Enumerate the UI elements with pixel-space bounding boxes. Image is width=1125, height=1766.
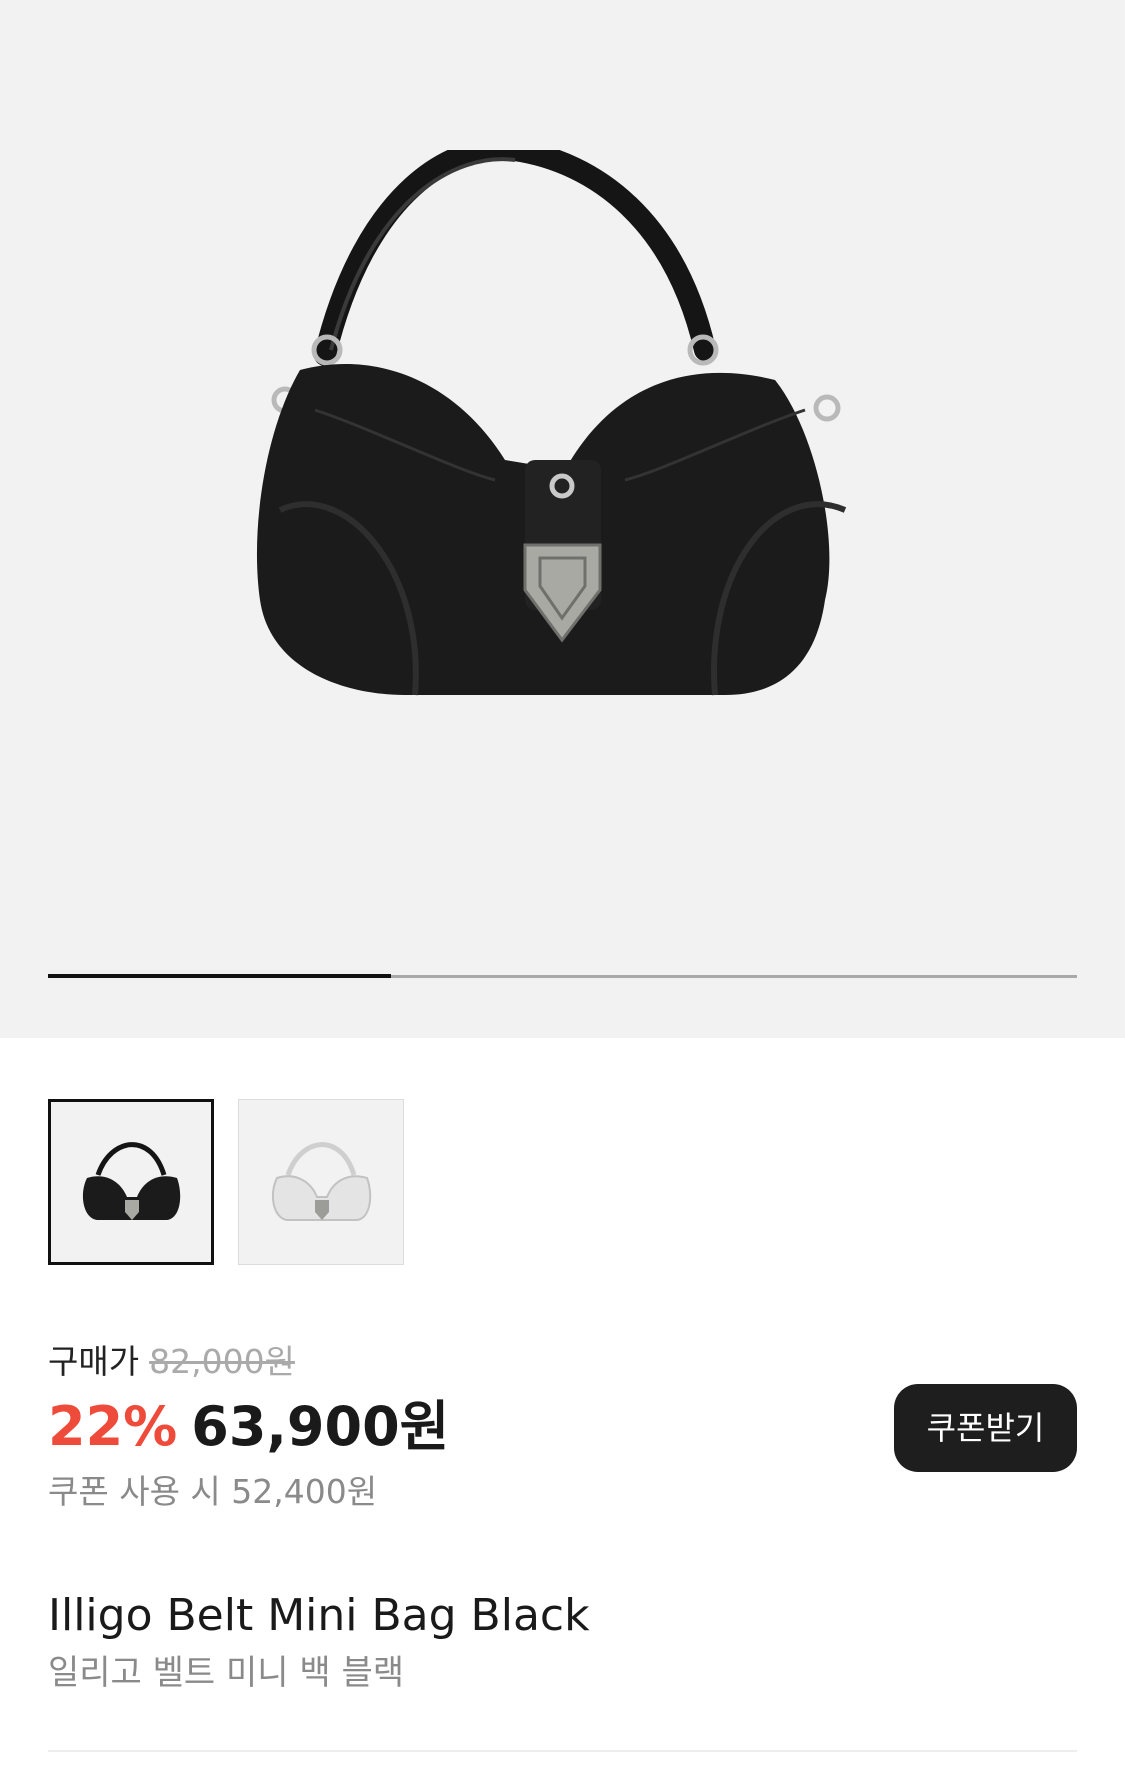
price-label: 구매가 xyxy=(48,1342,140,1381)
section-divider xyxy=(48,1750,1077,1752)
black-shoulder-bag-image xyxy=(256,150,847,696)
product-name-korean: 일리고 벨트 미니 백 블랙 xyxy=(48,1653,405,1693)
get-coupon-button[interactable]: 쿠폰받기 xyxy=(894,1384,1077,1472)
original-price: 82,000원 xyxy=(149,1342,295,1381)
thumbnail-list xyxy=(48,1099,404,1265)
discount-rate: 22% xyxy=(48,1395,178,1458)
coupon-price-note: 쿠폰 사용 시 52,400원 xyxy=(48,1472,378,1511)
image-slide-progress xyxy=(48,974,1077,978)
thumbnail-silver[interactable] xyxy=(238,1099,404,1265)
price-label-row: 구매가 82,000원 xyxy=(48,1340,295,1384)
sale-price-row: 22% 63,900원 xyxy=(48,1392,449,1462)
final-price: 63,900원 xyxy=(191,1395,450,1458)
image-slide-progress-fill xyxy=(48,974,391,978)
thumbnail-black[interactable] xyxy=(48,1099,214,1265)
black-shoulder-bag-thumbnail xyxy=(82,1142,181,1220)
silver-shoulder-bag-thumbnail xyxy=(271,1142,372,1221)
product-name: Illigo Belt Mini Bag Black xyxy=(48,1590,590,1641)
product-image-gallery[interactable] xyxy=(0,0,1125,1038)
